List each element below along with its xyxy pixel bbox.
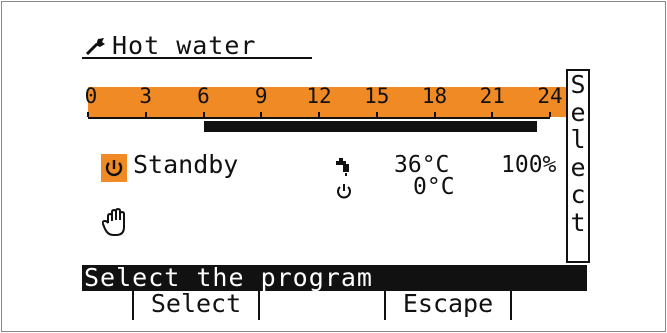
power-icon [337,184,351,199]
wrench-icon [85,38,105,56]
header-bar: Hot water [82,31,312,60]
message-text: Select the program [84,263,373,292]
tap-icon [336,158,349,176]
select-side-button[interactable]: Select [566,69,590,263]
hour-label: 3 [139,84,153,108]
softkey-escape[interactable]: Escape [384,289,510,320]
message-bar: Select the program [82,263,587,292]
hour-label: 21 [479,84,505,108]
softkey-3[interactable] [258,291,384,320]
hour-ruler [88,117,550,119]
output-percent: 100% [501,152,557,178]
program-active-bar [203,121,537,132]
page-title: Hot water [112,31,257,60]
select-side-label: Select [570,70,586,237]
power-icon[interactable] [101,154,127,182]
softkey-escape-label: Escape [402,289,494,318]
mode-status: Standby [133,150,239,179]
hour-label: 0 [84,84,98,108]
hour-label: 15 [364,84,390,108]
softkey-5[interactable] [510,291,586,320]
setpoint-temperature: 0°C [413,174,455,200]
hour-label: 12 [306,84,332,108]
softkey-row: Select Escape [82,289,587,321]
softkey-select-label: Select [150,289,242,318]
hour-label: 18 [421,84,448,108]
hour-label: 6 [197,84,210,108]
lcd-screen: Hot water 0 3 6 9 12 15 18 21 24 Select Standby … [82,31,590,323]
softkey-1[interactable] [82,291,132,320]
hour-label: 9 [254,84,268,108]
softkey-select[interactable]: Select [132,289,258,320]
hand-icon [102,207,125,236]
hour-label: 24 [537,84,563,108]
